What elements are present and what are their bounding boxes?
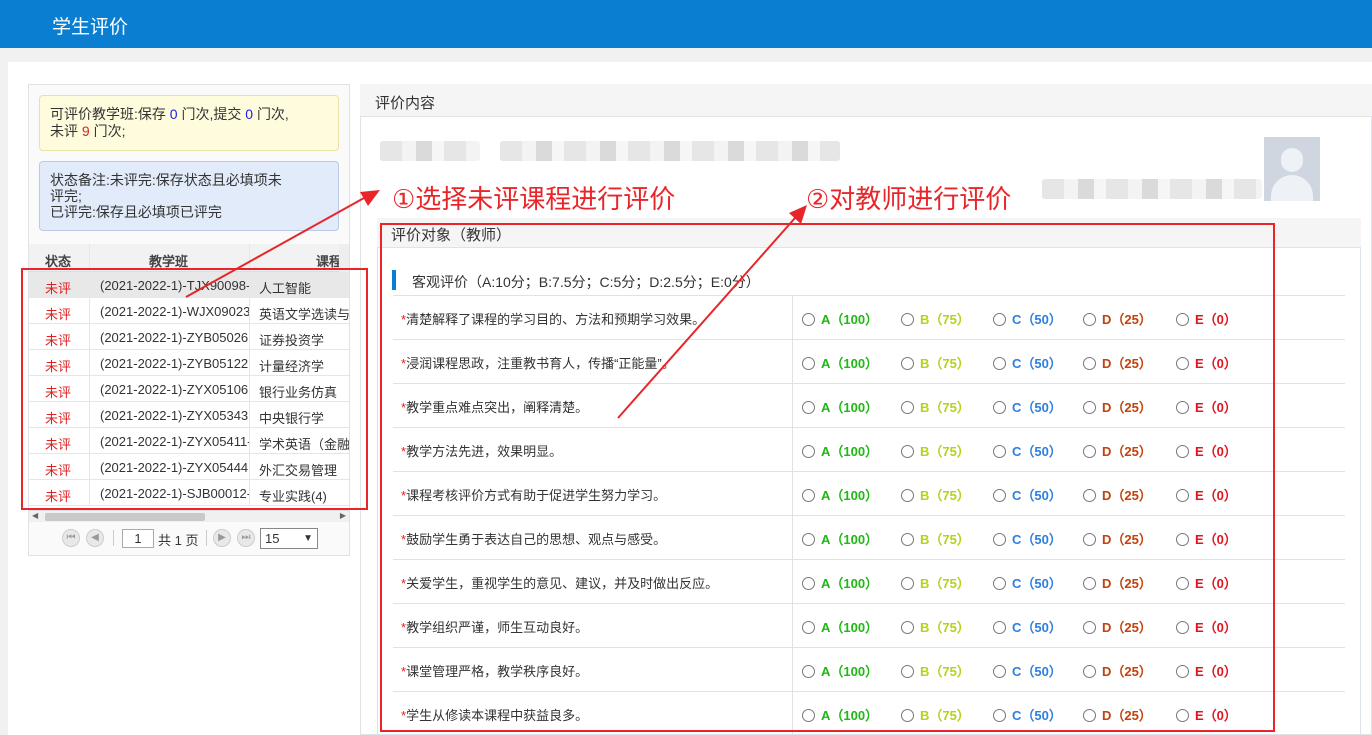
annotation-step1: ①选择未评课程进行评价 [392,184,676,214]
annotation-step2: ②对教师进行评价 [806,184,1012,214]
annotation-arrows [185,190,807,419]
